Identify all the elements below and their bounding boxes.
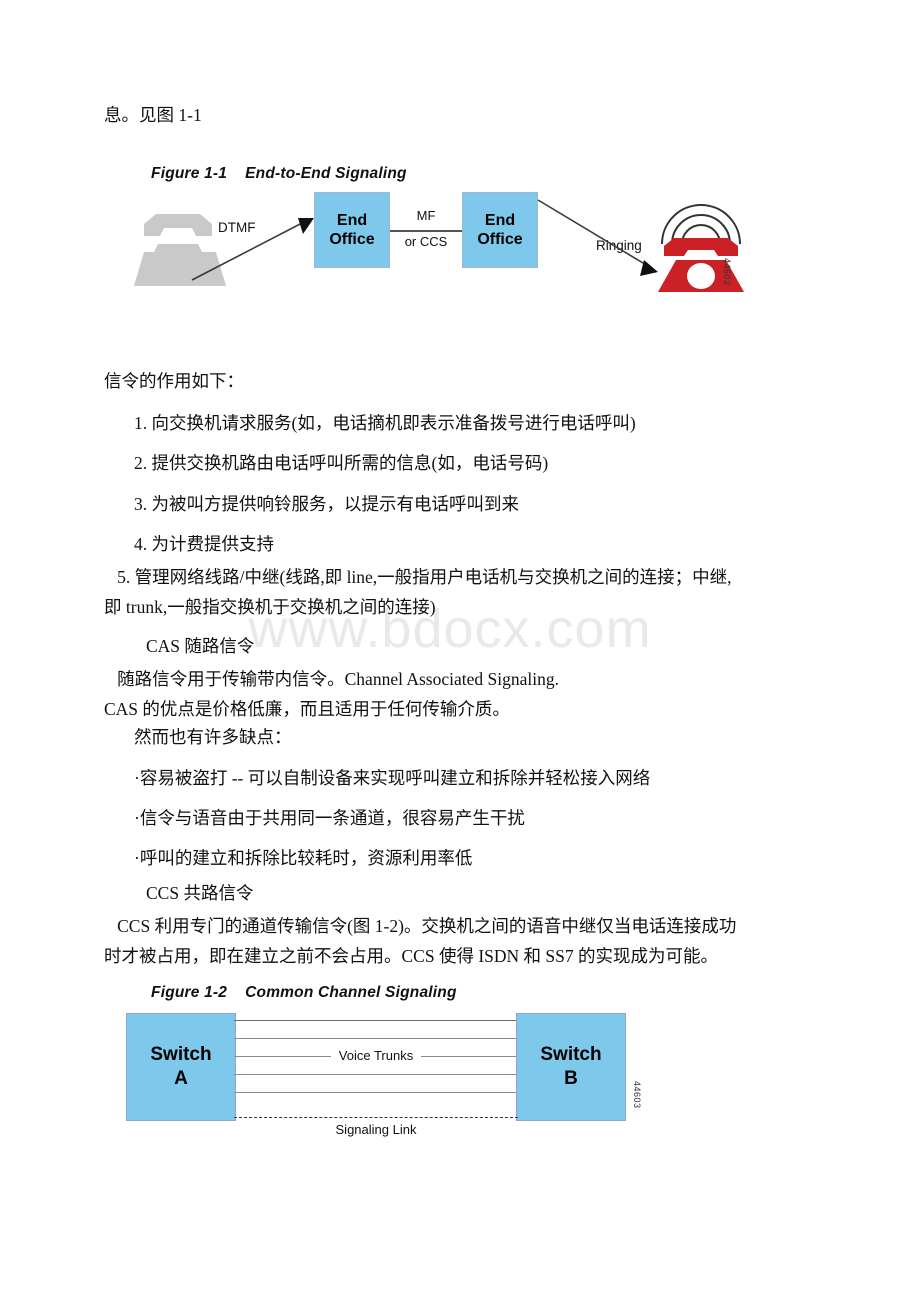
signaling-link-line xyxy=(234,1117,518,1118)
switch-b-line2: B xyxy=(564,1068,578,1089)
switch-b-line1: Switch xyxy=(540,1044,602,1065)
voice-trunk-line-1 xyxy=(234,1020,518,1021)
dtmf-arrow-icon xyxy=(191,218,314,281)
paragraph-drawbacks-heading: 然而也有许多缺点： xyxy=(134,727,292,747)
paragraph-cas-heading: CAS 随路信令 xyxy=(146,636,255,656)
paragraph-role-5: 5. 管理网络线路/中继(线路,即 line,一般指用户电话机与交换机之间的连接… xyxy=(104,567,732,617)
signaling-link-label: Signaling Link xyxy=(335,1122,417,1137)
paragraph-ccs-body: CCS 利用专门的通道传输信令(图 1-2)。交换机之间的语音中继仅当电话连接成… xyxy=(104,916,737,966)
switch-a-line1: Switch xyxy=(150,1044,212,1065)
node-switch-b: Switch B xyxy=(516,1013,626,1121)
end-office-2-line2: Office xyxy=(477,231,523,248)
paragraph-role-3: 3. 为被叫方提供响铃服务，以提示有电话呼叫到来 xyxy=(134,494,519,514)
end-office-1-line1: End xyxy=(336,212,368,229)
end-office-1-line2: Office xyxy=(329,231,375,248)
or-ccs-label: or CCS xyxy=(404,234,448,249)
figure2-id: 44603 xyxy=(632,1081,642,1109)
paragraph-ccs-heading: CCS 共路信令 xyxy=(146,883,254,903)
switch-a-line2: A xyxy=(174,1068,188,1089)
paragraph-drawback-2: ·信令与语音由于共用同一条通道，很容易产生干扰 xyxy=(134,808,525,828)
paragraph-intro: 息。见图 1-1 xyxy=(104,105,202,125)
end-office-2-line1: End xyxy=(484,212,516,229)
figure1-diagram: DTMF End Office MF or CCS End Office Rin… xyxy=(0,170,920,330)
figure2-diagram: Switch A Voice Trunks Switch B Signaling… xyxy=(0,995,920,1155)
paragraph-role-2: 2. 提供交换机路由电话呼叫所需的信息(如，电话号码) xyxy=(134,453,549,473)
node-end-office-1: End Office xyxy=(314,192,390,268)
paragraph-cas-body: 随路信令用于传输带内信令。Channel Associated Signalin… xyxy=(104,669,559,719)
ringing-phone-icon xyxy=(658,204,744,292)
mf-label: MF xyxy=(416,208,436,223)
voice-trunk-line-5 xyxy=(234,1092,518,1093)
voice-trunk-line-2 xyxy=(234,1038,518,1039)
paragraph-role-4: 4. 为计费提供支持 xyxy=(134,534,274,554)
figure1-id: 44602 xyxy=(722,258,732,286)
document-page: www.bdocx.com 息。见图 1-1 Figure 1-1 End-to… xyxy=(0,0,920,1302)
voice-trunk-line-4 xyxy=(234,1074,518,1075)
paragraph-drawback-1: ·容易被盗打 -- 可以自制设备来实现呼叫建立和拆除并轻松接入网络 xyxy=(134,768,651,788)
mf-link-line xyxy=(390,230,462,232)
paragraph-roles-heading: 信令的作用如下： xyxy=(104,371,244,391)
paragraph-drawback-3: ·呼叫的建立和拆除比较耗时，资源利用率低 xyxy=(134,848,473,868)
paragraph-role-1: 1. 向交换机请求服务(如，电话摘机即表示准备拨号进行电话呼叫) xyxy=(134,413,636,433)
voice-trunks-label: Voice Trunks xyxy=(234,1048,518,1063)
node-end-office-2: End Office xyxy=(462,192,538,268)
node-switch-a: Switch A xyxy=(126,1013,236,1121)
